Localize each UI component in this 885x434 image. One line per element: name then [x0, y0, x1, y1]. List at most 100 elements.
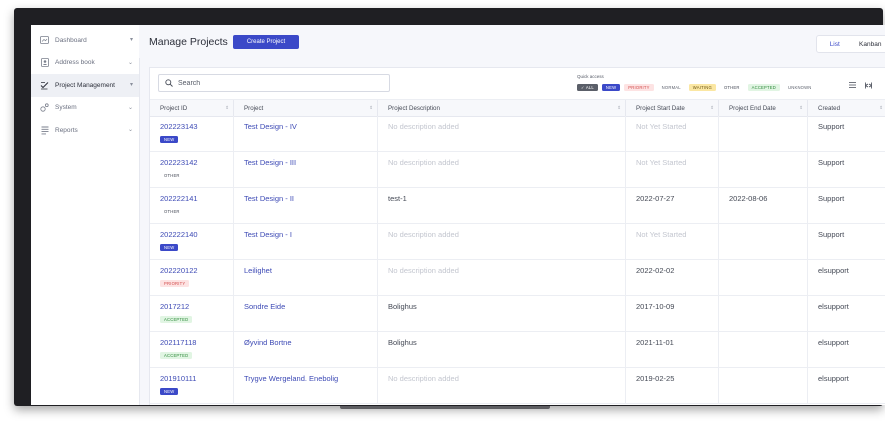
- quick-access-chip-waiting[interactable]: WAITING: [688, 84, 716, 91]
- created-by-cell: Support: [808, 152, 885, 187]
- search-icon: [165, 79, 173, 87]
- sidebar-item-system[interactable]: System ⌄: [31, 97, 139, 120]
- chevron-down-icon: ⌄: [127, 127, 133, 133]
- project-end-date-cell: [719, 368, 808, 403]
- sort-icon: ⇕: [225, 105, 229, 110]
- table-row[interactable]: 202222140 NEW Test Design - I No descriptio…: [150, 224, 885, 260]
- sidebar-item-label: Dashboard: [55, 36, 87, 44]
- table-row[interactable]: 201910111 NEW Trygve Wergeland. Enebolig No…: [150, 368, 885, 404]
- project-name-link-cell: Trygve Wergeland. Enebolig: [234, 368, 378, 403]
- chevron-down-icon: ▾: [129, 82, 133, 88]
- project-name-link[interactable]: Test Design - I: [244, 230, 292, 239]
- quick-access-chip-unknown[interactable]: UNKNOWN: [784, 84, 816, 91]
- columns-toggle-icon[interactable]: [861, 78, 875, 92]
- project-name-link[interactable]: Leilighet: [244, 266, 272, 275]
- view-kanban-button[interactable]: Kanban: [853, 36, 885, 52]
- status-badge: NEW: [160, 136, 179, 143]
- sidebar-item-address-book[interactable]: Address book ⌄: [31, 52, 139, 75]
- chevron-down-icon: ⌄: [127, 59, 133, 66]
- column-header-project[interactable]: Project ⇕: [234, 100, 378, 116]
- project-id-link[interactable]: 202222140: [160, 230, 198, 239]
- project-start-date: Not Yet Started: [636, 158, 687, 167]
- project-start-date: 2017-10-09: [636, 302, 675, 311]
- column-header-project-id[interactable]: Project ID ⇕: [150, 100, 234, 116]
- table-row[interactable]: 202222141 OTHER Test Design - II test-1 2022…: [150, 188, 885, 224]
- page-header: Manage Projects Create Project List Kanb…: [139, 25, 885, 58]
- status-badge: NEW: [160, 244, 179, 251]
- sidebar-item-dashboard[interactable]: Dashboard ▾: [31, 29, 139, 52]
- status-badge: PRIORITY: [160, 280, 190, 287]
- sidebar-item-reports[interactable]: Reports ⌄: [31, 119, 139, 142]
- sidebar-item-label: Project Management: [55, 81, 115, 89]
- column-header-created[interactable]: Created ⇕: [808, 100, 885, 116]
- table-row[interactable]: 202220122 PRIORITY Leilighet No description…: [150, 260, 885, 296]
- view-toggle: List Kanban: [816, 35, 885, 53]
- project-end-date-cell: [719, 332, 808, 367]
- project-id-link[interactable]: 202223143: [160, 122, 198, 131]
- project-id-link[interactable]: 202222141: [160, 194, 198, 203]
- project-start-date: Not Yet Started: [636, 230, 687, 239]
- column-header-start-date[interactable]: Project Start Date ⇕: [626, 100, 719, 116]
- system-icon: [39, 102, 50, 113]
- project-start-date: 2022-07-27: [636, 194, 675, 203]
- project-id-link[interactable]: 2017212: [160, 302, 189, 311]
- created-by-cell: elsupport: [808, 332, 885, 367]
- table-row[interactable]: 202223143 NEW Test Design - IV No descripti…: [150, 116, 885, 152]
- project-start-date-cell: 2021-11-01: [626, 332, 719, 367]
- search-input[interactable]: [178, 79, 378, 87]
- project-id-link[interactable]: 202117118: [160, 338, 196, 347]
- project-name-link-cell: Test Design - I: [234, 224, 378, 259]
- project-name-link[interactable]: Test Design - IV: [244, 122, 297, 131]
- project-id-link[interactable]: 202223142: [160, 158, 198, 167]
- quick-access-chip-all[interactable]: ✓ ALL: [577, 84, 598, 91]
- quick-access-chip-accepted[interactable]: ACCEPTED: [747, 84, 781, 91]
- project-description-cell: test-1: [378, 188, 626, 223]
- table-row[interactable]: 202117118 ACCEPTED Øyvind Bortne Bolighus 20…: [150, 332, 885, 368]
- monitor-frame: Dashboard ▾ Address book ⌄ Project Manag…: [14, 8, 885, 406]
- sort-icon: ⇕: [799, 105, 803, 110]
- sidebar-item-label: System: [55, 104, 77, 112]
- project-start-date-cell: 2019-02-25: [626, 368, 719, 403]
- created-by-cell: elsupport: [808, 260, 885, 295]
- project-name-link[interactable]: Trygve Wergeland. Enebolig: [244, 374, 338, 383]
- main-content: Manage Projects Create Project List Kanb…: [139, 25, 885, 405]
- project-start-date-cell: Not Yet Started: [626, 116, 719, 151]
- project-id-link[interactable]: 202220122: [160, 266, 198, 275]
- project-start-date: Not Yet Started: [636, 122, 687, 131]
- project-end-date-cell: [719, 224, 808, 259]
- project-description-cell: Bolighus: [378, 332, 626, 367]
- created-by: elsupport: [818, 338, 849, 347]
- sort-icon: ⇕: [879, 105, 883, 110]
- create-project-button[interactable]: Create Project: [233, 35, 299, 49]
- project-description-cell: No description added: [378, 152, 626, 187]
- project-name-link[interactable]: Sondre Eide: [244, 302, 285, 311]
- project-end-date-cell: [719, 260, 808, 295]
- table-row[interactable]: 202223142 OTHER Test Design - III No descri…: [150, 152, 885, 188]
- created-by-cell: Support: [808, 224, 885, 259]
- table-header: Project ID ⇕ Project ⇕ Project Description…: [150, 99, 885, 117]
- created-by: elsupport: [818, 302, 849, 311]
- quick-access-chip-priority[interactable]: PRIORITY: [624, 84, 654, 91]
- column-header-end-date[interactable]: Project End Date ⇕: [719, 100, 808, 116]
- projects-panel: Quick access ✓ ALLNEWPRIORITYNORMALWAITI…: [149, 67, 885, 405]
- monitor-stand: [340, 406, 550, 409]
- sidebar-item-project-management[interactable]: Project Management ▾: [31, 74, 139, 97]
- sort-icon: ⇕: [617, 105, 621, 110]
- quick-access-chip-other[interactable]: OTHER: [719, 84, 744, 91]
- quick-access-chip-normal[interactable]: NORMAL: [657, 84, 685, 91]
- project-name-link[interactable]: Øyvind Bortne: [244, 338, 292, 347]
- list-lines-icon[interactable]: [845, 78, 859, 92]
- created-by-cell: Support: [808, 116, 885, 151]
- column-header-description[interactable]: Project Description ⇕: [378, 100, 626, 116]
- project-name-link-cell: Leilighet: [234, 260, 378, 295]
- project-description: No description added: [388, 266, 459, 275]
- project-start-date-cell: Not Yet Started: [626, 224, 719, 259]
- project-id-link[interactable]: 201910111: [160, 374, 196, 383]
- view-list-button[interactable]: List: [817, 36, 853, 52]
- project-start-date-cell: 2017-10-09: [626, 296, 719, 331]
- table-row[interactable]: 2017212 ACCEPTED Sondre Eide Bolighus 2017-1…: [150, 296, 885, 332]
- project-name-link[interactable]: Test Design - III: [244, 158, 296, 167]
- project-name-link[interactable]: Test Design - II: [244, 194, 294, 203]
- quick-access-chip-new[interactable]: NEW: [601, 84, 621, 91]
- created-by: Support: [818, 194, 845, 203]
